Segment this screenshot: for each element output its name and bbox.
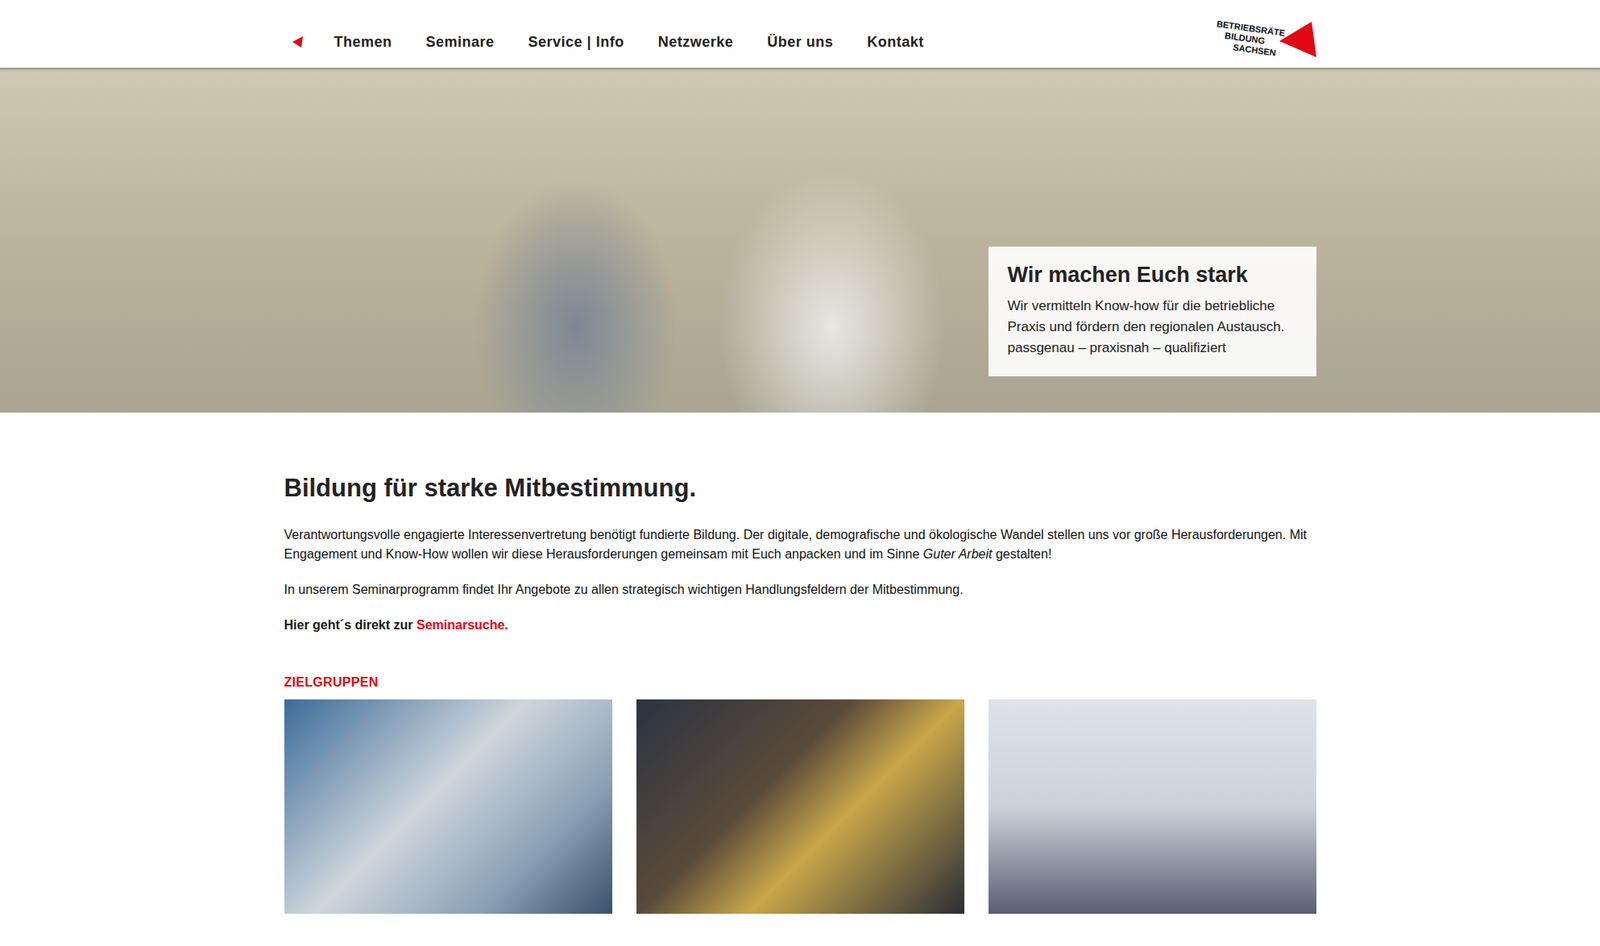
nav-item[interactable]: Netzwerke <box>658 33 734 51</box>
hero-image: Wir machen Euch stark Wir vermitteln Know… <box>0 69 1600 413</box>
target-group-card[interactable] <box>636 699 965 914</box>
seminar-search-line: Hier geht´s direkt zur Seminarsuche. <box>284 615 1317 635</box>
hero-teaser: Wir machen Euch stark Wir vermitteln Know… <box>988 246 1317 377</box>
nav-item[interactable]: Über uns <box>766 33 834 51</box>
seminar-search-link[interactable]: Seminarsuche. <box>416 617 509 632</box>
hero-text: Wir vermitteln Know-how für die betriebl… <box>1007 295 1298 338</box>
logo[interactable]: BETRIEBSRÄTEBILDUNGSACHSEN <box>1214 21 1317 58</box>
target-groups-label: ZIELGRUPPEN <box>284 675 1317 690</box>
intro-paragraph: Verantwortungsvolle engagierte Interesse… <box>284 525 1317 564</box>
intro-paragraph: In unserem Seminarprogramm findet Ihr An… <box>284 580 1317 600</box>
content: Bildung für starke Mitbestimmung. Verantw… <box>284 412 1317 914</box>
nav-item[interactable]: Kontakt <box>866 33 925 51</box>
target-group-card[interactable] <box>988 699 1317 914</box>
hero-text: passgenau – praxisnah – qualifiziert <box>1007 337 1298 359</box>
page: Themen Seminare Service | Info Netzwerke Übe… <box>0 0 1600 946</box>
nav-item[interactable]: Service | Info <box>528 33 625 51</box>
logo-text: BETRIEBSRÄTEBILDUNGSACHSEN <box>1213 18 1286 60</box>
top-navigation: Themen Seminare Service | Info Netzwerke Übe… <box>0 0 1600 70</box>
logo-triangle-icon <box>1279 21 1317 58</box>
nav-item[interactable]: Themen <box>334 33 393 51</box>
main-menu: Themen Seminare Service | Info Netzwerke Übe… <box>284 33 925 51</box>
target-group-cards <box>284 699 1317 914</box>
hero-title: Wir machen Euch stark <box>1007 262 1298 288</box>
intro-heading: Bildung für starke Mitbestimmung. <box>284 473 1317 503</box>
target-group-card[interactable] <box>284 699 613 914</box>
nav-item[interactable]: Seminare <box>426 33 495 51</box>
back-arrow-icon[interactable] <box>290 35 304 49</box>
